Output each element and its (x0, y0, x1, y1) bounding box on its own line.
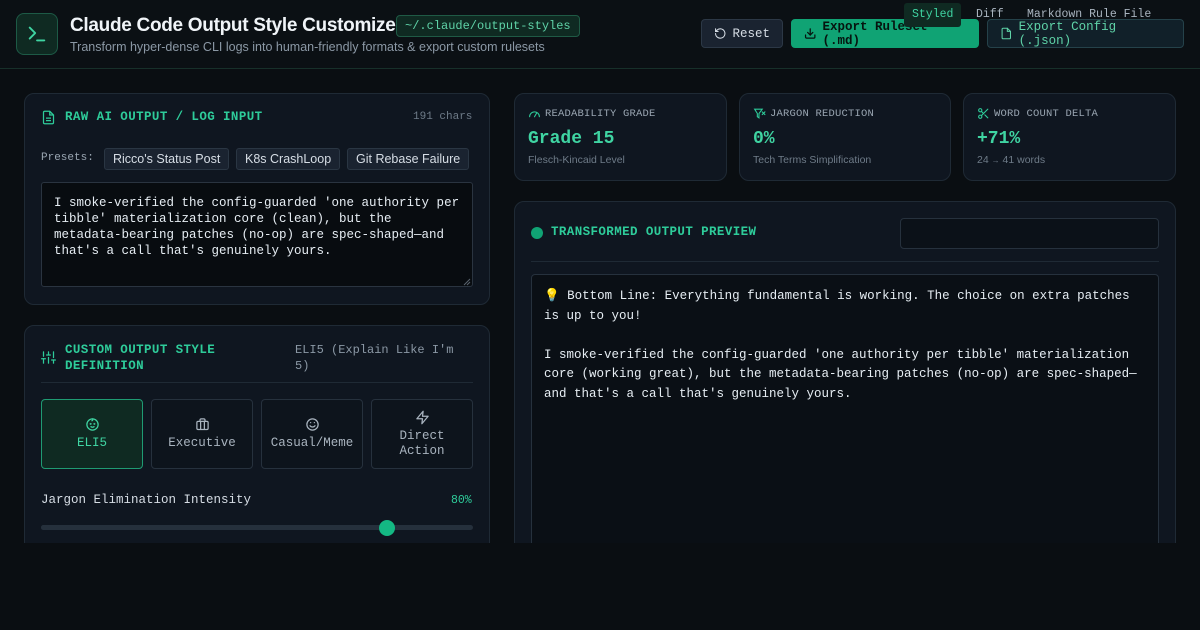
divider (531, 261, 1159, 262)
sliders-icon (41, 351, 56, 364)
preset-chip[interactable]: Git Rebase Failure (347, 148, 470, 170)
style-card-label: Executive (168, 436, 236, 450)
bottom-line-callout: 💡 Bottom Line: Everything fundamental is… (544, 289, 1130, 323)
metric-value: Grade 15 (528, 129, 615, 149)
style-card-casual[interactable]: Casual/Meme (261, 399, 363, 469)
briefcase-icon (195, 418, 209, 431)
metric-card-word-count: WORD COUNT DELTA +71% 24 → 41 words (963, 93, 1176, 181)
style-card-label: Casual/Meme (270, 436, 354, 450)
preview-body: I smoke-verified the config-guarded 'one… (544, 347, 1137, 401)
jargon-intensity-thumb[interactable] (378, 520, 395, 536)
page-background (0, 543, 1200, 630)
metric-sub: Tech Terms Simplification (753, 154, 872, 166)
metric-sub: Flesch-Kincaid Level (528, 154, 625, 166)
metric-card-jargon: JARGON REDUCTION 0% Tech Terms Simplific… (739, 93, 951, 181)
metric-label: READABILITY GRADE (545, 108, 656, 120)
path-badge: ~/.claude/output-styles (396, 15, 580, 37)
lightning-icon (415, 410, 429, 424)
style-card-direct-action[interactable]: Direct Action (371, 399, 473, 469)
preview-tabs (900, 218, 1159, 249)
style-card-eli5[interactable]: ELI5 (41, 399, 143, 469)
terminal-logo-icon (16, 13, 58, 55)
preset-chip[interactable]: Ricco's Status Post (104, 148, 230, 170)
tab-diff[interactable]: Diff (968, 3, 1012, 27)
metric-label: JARGON REDUCTION (770, 108, 875, 120)
scissors-icon (978, 108, 989, 119)
style-card-label: Direct Action (399, 428, 445, 458)
style-card-label: ELI5 (76, 436, 107, 450)
arrow-right-icon: → (991, 156, 1000, 165)
baby-face-icon (85, 418, 99, 431)
slider-label: Jargon Elimination Intensity (41, 493, 252, 507)
gauge-icon (529, 111, 540, 118)
tab-styled[interactable]: Styled (904, 3, 962, 27)
metric-sub: 24 → 41 words (977, 154, 1045, 166)
raw-output-textarea[interactable]: I smoke-verified the config-guarded 'one… (41, 182, 473, 287)
smile-icon (305, 418, 319, 431)
download-icon (804, 28, 816, 39)
style-definition-title: CUSTOM OUTPUT STYLE DEFINITION (65, 343, 216, 373)
jargon-intensity-track[interactable] (41, 525, 473, 530)
word-count-from: 24 (977, 154, 989, 166)
preview-output: 💡 Bottom Line: Everything fundamental is… (531, 274, 1159, 574)
char-count: 191 chars (413, 111, 473, 123)
filter-icon (753, 108, 766, 119)
jargon-intensity-fill (41, 525, 387, 530)
resize-handle-icon[interactable] (463, 278, 471, 286)
style-card-executive[interactable]: Executive (151, 399, 253, 469)
selected-style-name: ELI5 (Explain Like I'm 5) (295, 343, 454, 373)
metric-value: 0% (753, 129, 775, 149)
metric-label: WORD COUNT DELTA (994, 108, 1099, 120)
app-title: Claude Code Output Style Customizer (70, 15, 403, 36)
word-count-to: 41 words (1002, 154, 1046, 166)
raw-input-title: RAW AI OUTPUT / LOG INPUT (65, 110, 263, 124)
document-icon (42, 110, 55, 125)
app-subtitle: Transform hyper-dense CLI logs into huma… (70, 40, 545, 54)
preview-title: TRANSFORMED OUTPUT PREVIEW (551, 225, 757, 239)
tab-markdown-rule-file[interactable]: Markdown Rule File (1019, 3, 1159, 27)
slider-value: 80% (451, 494, 472, 507)
metric-card-readability: READABILITY GRADE Grade 15 Flesch-Kincai… (514, 93, 727, 181)
file-code-icon (1001, 27, 1012, 40)
metric-value: +71% (977, 129, 1021, 149)
reset-label: Reset (732, 26, 770, 41)
reset-icon (715, 28, 726, 39)
divider (41, 382, 473, 383)
preset-chip[interactable]: K8s CrashLoop (236, 148, 341, 170)
reset-button[interactable]: Reset (701, 19, 783, 48)
status-dot-icon (531, 227, 543, 239)
presets-label: Presets: (41, 152, 94, 164)
